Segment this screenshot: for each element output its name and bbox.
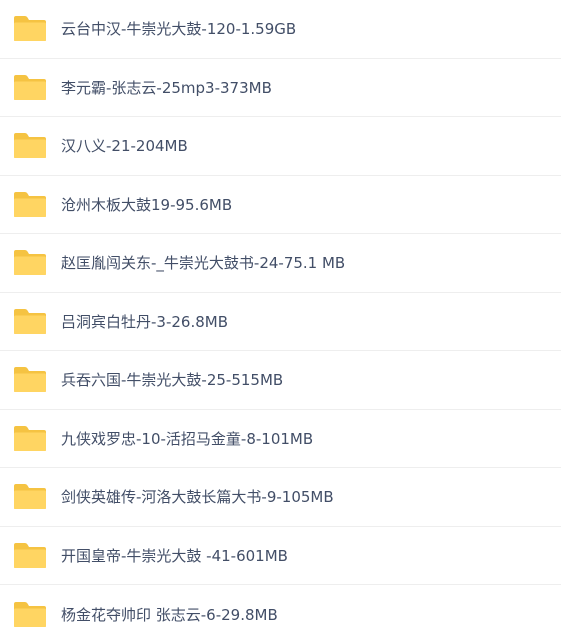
folder-icon (13, 483, 47, 510)
folder-name: 云台中汉-牛崇光大鼓-120-1.59GB (61, 20, 297, 39)
folder-icon (13, 15, 47, 42)
folder-icon (13, 308, 47, 335)
folder-icon (13, 74, 47, 101)
folder-icon (13, 249, 47, 276)
folder-item[interactable]: 汉八义-21-204MB (0, 117, 561, 176)
folder-name: 杨金花夺帅印 张志云-6-29.8MB (61, 605, 278, 624)
folder-item[interactable]: 杨金花夺帅印 张志云-6-29.8MB (0, 585, 561, 644)
folder-name: 李元霸-张志云-25mp3-373MB (61, 78, 272, 97)
folder-icon (13, 366, 47, 393)
folder-item[interactable]: 赵匡胤闯关东-_牛崇光大鼓书-24-75.1 MB (0, 234, 561, 293)
folder-name: 沧州木板大鼓19-95.6MB (61, 195, 233, 214)
folder-name: 汉八义-21-204MB (61, 137, 188, 156)
folder-icon (13, 132, 47, 159)
folder-item[interactable]: 九侠戏罗忠-10-活招马金童-8-101MB (0, 410, 561, 468)
folder-item[interactable]: 沧州木板大鼓19-95.6MB (0, 176, 561, 234)
folder-name: 兵吞六国-牛崇光大鼓-25-515MB (61, 371, 284, 390)
folder-name: 剑侠英雄传-河洛大鼓长篇大书-9-105MB (61, 488, 334, 507)
folder-item[interactable]: 剑侠英雄传-河洛大鼓长篇大书-9-105MB (0, 468, 561, 527)
folder-name: 开国皇帝-牛崇光大鼓 -41-601MB (61, 546, 288, 565)
folder-name: 九侠戏罗忠-10-活招马金童-8-101MB (61, 429, 314, 448)
folder-item[interactable]: 云台中汉-牛崇光大鼓-120-1.59GB (0, 0, 561, 59)
folder-name: 吕洞宾白牡丹-3-26.8MB (61, 312, 229, 331)
folder-item[interactable]: 兵吞六国-牛崇光大鼓-25-515MB (0, 351, 561, 410)
folder-name: 赵匡胤闯关东-_牛崇光大鼓书-24-75.1 MB (61, 254, 346, 273)
folder-list: 云台中汉-牛崇光大鼓-120-1.59GB 李元霸-张志云-25mp3-373M… (0, 0, 561, 644)
folder-icon (13, 601, 47, 628)
folder-icon (13, 425, 47, 452)
folder-item[interactable]: 吕洞宾白牡丹-3-26.8MB (0, 293, 561, 351)
folder-item[interactable]: 李元霸-张志云-25mp3-373MB (0, 59, 561, 117)
folder-item[interactable]: 开国皇帝-牛崇光大鼓 -41-601MB (0, 527, 561, 585)
folder-icon (13, 191, 47, 218)
folder-icon (13, 542, 47, 569)
